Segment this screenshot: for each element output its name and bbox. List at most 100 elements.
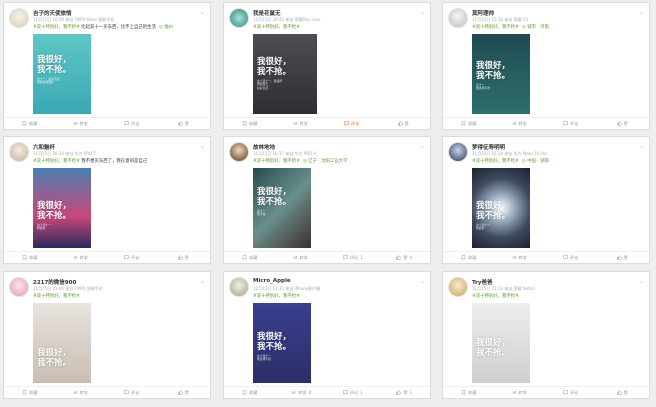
chevron-down-icon[interactable]: ⌄: [200, 9, 205, 16]
image-subtext: 双十一 我选择不抢: [476, 83, 490, 91]
post-image[interactable]: 我很好， 我不抢。 这个双十一 我很好: [33, 168, 91, 248]
image-headline: 我很好， 我不抢。: [476, 338, 511, 358]
location-link[interactable]: ◎ 福州: [159, 25, 173, 30]
favorite-button[interactable]: 收藏: [443, 387, 495, 398]
topic-tag[interactable]: #双十特别好，我不抢#: [253, 25, 300, 30]
like-button[interactable]: 赞: [159, 387, 211, 398]
chevron-down-icon[interactable]: ⌄: [639, 278, 644, 285]
avatar[interactable]: [448, 142, 468, 162]
favorite-button[interactable]: 收藏: [224, 252, 276, 263]
like-button[interactable]: 赞: [598, 118, 650, 129]
chevron-down-icon[interactable]: ⌄: [420, 278, 425, 285]
comment-label: 评论: [349, 254, 359, 260]
avatar[interactable]: [448, 8, 468, 28]
username[interactable]: Try爸爸: [472, 278, 492, 286]
comment-button[interactable]: 评论: [327, 118, 379, 129]
repost-button[interactable]: 转发: [56, 387, 108, 398]
post-text: #双十特别好，我不抢#: [33, 293, 209, 299]
image-subtext: 这个双十一 我很好: [476, 223, 490, 231]
username[interactable]: Micro_Apple: [253, 278, 291, 284]
post-image[interactable]: 我很好， 我不抢。: [33, 303, 91, 383]
comment-button[interactable]: 评论 1: [327, 387, 379, 398]
favorite-button[interactable]: 收藏: [443, 118, 495, 129]
favorite-button[interactable]: 收藏: [443, 252, 495, 263]
comment-button[interactable]: 评论 1: [327, 252, 379, 263]
chevron-down-icon[interactable]: ⌄: [200, 278, 205, 285]
avatar[interactable]: [9, 8, 29, 28]
chevron-down-icon[interactable]: ⌄: [420, 143, 425, 150]
repost-button[interactable]: 转发 4: [276, 387, 328, 398]
post-card: 莫阿理帅 11月15日 15:18 来自 荣耀 X2 ⌄ #双十特别好，我不抢#…: [442, 2, 650, 130]
favorite-button[interactable]: 收藏: [224, 118, 276, 129]
favorite-button[interactable]: 收藏: [4, 118, 56, 129]
post-image[interactable]: 我很好， 我不抢。 这个双十一 我很好: [472, 168, 530, 248]
repost-button[interactable]: 转发: [276, 118, 328, 129]
username[interactable]: 六和魅杯: [33, 143, 55, 151]
comment-button[interactable]: 评论: [546, 252, 598, 263]
post-card: 故林地地 11月15日 16:37 来自 华为 PRO 9 ⌄ #双十特别好，我…: [223, 136, 431, 264]
repost-icon: [72, 255, 78, 261]
repost-label: 转发: [298, 389, 307, 395]
post-image[interactable]: 我很好， 我不抢。 双十一，我买不起 但我依然很好: [33, 34, 91, 114]
like-button[interactable]: 赞 4: [379, 252, 431, 263]
post-image[interactable]: 我很好， 我不抢。: [472, 303, 530, 383]
repost-label: 转发: [79, 254, 88, 260]
chevron-down-icon[interactable]: ⌄: [639, 143, 644, 150]
avatar[interactable]: [229, 142, 249, 162]
username[interactable]: 莫阿理帅: [472, 9, 494, 17]
favorite-button[interactable]: 收藏: [4, 387, 56, 398]
repost-button[interactable]: 转发: [495, 118, 547, 129]
post-text: #双十特别好，我不抢# 比起双十一买东西，比不上自己的生活 ◎ 福州: [33, 24, 209, 30]
avatar[interactable]: [9, 277, 29, 297]
action-bar: 收藏 转发 评论 赞: [4, 117, 210, 129]
comment-button[interactable]: 评论: [107, 252, 159, 263]
avatar[interactable]: [9, 142, 29, 162]
location-link[interactable]: ◎ 城市 · 济南: [522, 25, 549, 30]
topic-tag[interactable]: #双十特别好，我不抢#: [253, 294, 300, 299]
favorite-button[interactable]: 收藏: [224, 387, 276, 398]
avatar[interactable]: [448, 277, 468, 297]
username[interactable]: 梦得征寿明明: [472, 143, 505, 151]
like-button[interactable]: 赞: [598, 387, 650, 398]
post-image[interactable]: 我很好， 我不抢。 双十一 我选择不抢: [472, 34, 530, 114]
topic-tag[interactable]: #双十特别好，我不抢#: [33, 159, 80, 164]
post-image[interactable]: 我很好， 我不抢。 双十一 我不抢: [253, 168, 311, 248]
chevron-down-icon[interactable]: ⌄: [420, 9, 425, 16]
topic-tag[interactable]: #双十特别好，我不抢#: [472, 25, 519, 30]
repost-button[interactable]: 转发: [56, 118, 108, 129]
topic-tag[interactable]: #双十特别好，我不抢#: [472, 294, 519, 299]
repost-icon: [72, 390, 78, 396]
username[interactable]: 故林地地: [253, 143, 275, 151]
repost-button[interactable]: 转发: [495, 252, 547, 263]
like-button[interactable]: 赞: [159, 118, 211, 129]
comment-button[interactable]: 评论: [107, 387, 159, 398]
like-button[interactable]: 赞 1: [379, 387, 431, 398]
username[interactable]: 我是花鼠无: [253, 9, 281, 17]
comment-button[interactable]: 评论: [546, 387, 598, 398]
topic-tag[interactable]: #双十特别好，我不抢#: [253, 159, 300, 164]
comment-button[interactable]: 评论: [546, 118, 598, 129]
topic-tag[interactable]: #双十特别好，我不抢#: [472, 159, 519, 164]
chevron-down-icon[interactable]: ⌄: [200, 143, 205, 150]
avatar[interactable]: [229, 277, 249, 297]
username[interactable]: 2217的微信900: [33, 278, 76, 286]
post-image[interactable]: 我很好， 我不抢。 这个双十一 我选择不抢: [253, 303, 311, 383]
comment-icon: [563, 389, 568, 396]
location-link[interactable]: ◎ 辽宁 · 沈阳工业大学: [303, 159, 348, 164]
repost-button[interactable]: 转发: [56, 252, 108, 263]
comment-button[interactable]: 评论: [107, 118, 159, 129]
favorite-button[interactable]: 收藏: [4, 252, 56, 263]
favorite-icon: [22, 254, 27, 261]
repost-button[interactable]: 转发: [495, 387, 547, 398]
chevron-down-icon[interactable]: ⌄: [639, 9, 644, 16]
topic-tag[interactable]: #双十特别好，我不抢#: [33, 294, 80, 299]
repost-button[interactable]: 转发: [276, 252, 328, 263]
post-image[interactable]: 我很好， 我不抢。 这个双十一，我选择 照顾自己 好好生活: [253, 34, 317, 114]
avatar[interactable]: [229, 8, 249, 28]
location-link[interactable]: ◎ 中国 · 湖南: [522, 159, 549, 164]
like-button[interactable]: 赞: [159, 252, 211, 263]
topic-tag[interactable]: #双十特别好，我不抢#: [33, 25, 80, 30]
like-button[interactable]: 赞: [598, 252, 650, 263]
like-button[interactable]: 赞: [379, 118, 431, 129]
username[interactable]: 吉子的天使旅情: [33, 9, 72, 17]
